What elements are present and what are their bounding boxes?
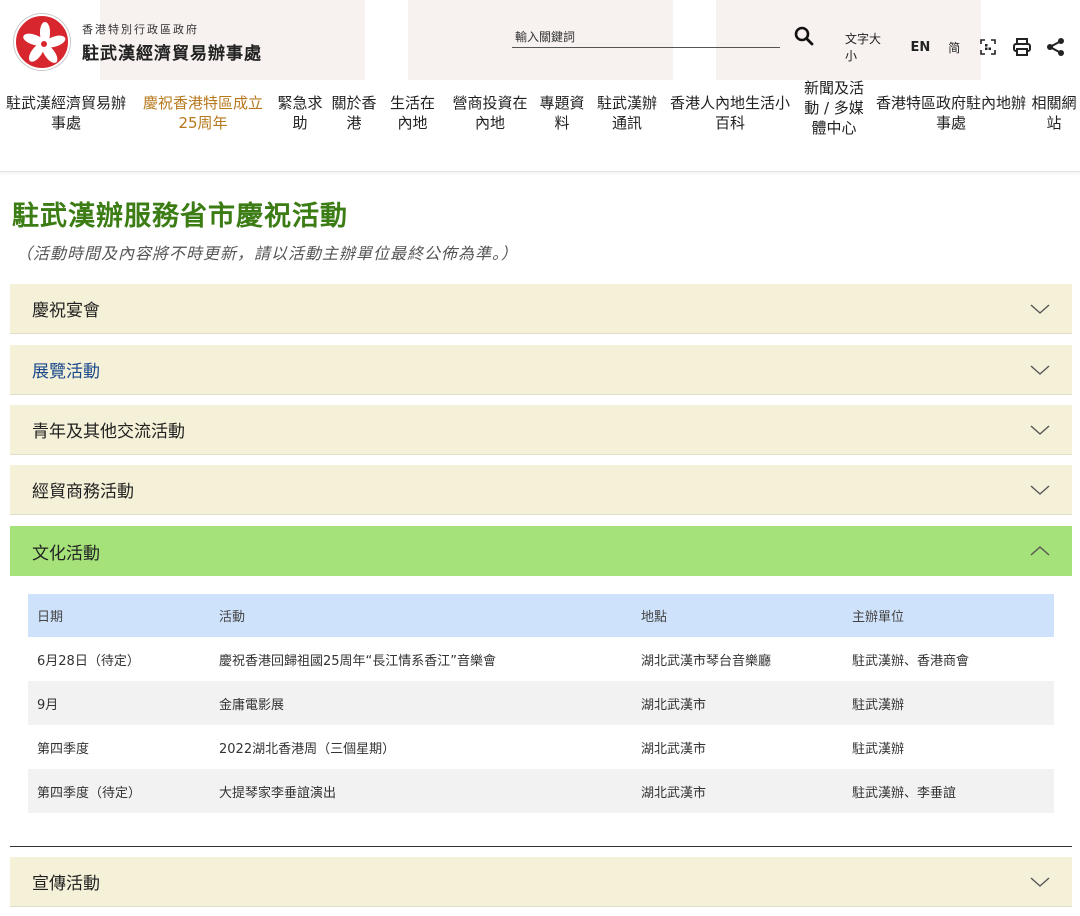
lang-sc-button[interactable]: 简 <box>948 39 960 56</box>
nav-item-living-guide[interactable]: 香港人內地生活小百科 <box>670 93 790 133</box>
cell-event: 金庸電影展 <box>210 681 632 725</box>
nav-item-living-mainland[interactable]: 生活在內地 <box>385 93 440 133</box>
accordion-label: 展覽活動 <box>32 362 100 382</box>
table-header-row: 日期 活動 地點 主辦單位 <box>28 594 1054 637</box>
org-name-line2: 駐武漢經濟貿易辦事處 <box>82 43 262 64</box>
cell-organizer: 駐武漢辦、李垂誼 <box>843 769 1054 813</box>
cell-venue: 湖北武漢市琴台音樂廳 <box>641 653 772 669</box>
cell-venue: 湖北武漢市 <box>641 741 707 757</box>
cell-venue: 湖北武漢市 <box>632 681 843 725</box>
print-icon[interactable] <box>1012 37 1032 57</box>
search-input[interactable] <box>512 30 780 44</box>
accordion-label: 文化活動 <box>32 543 100 564</box>
accordion-label: 慶祝宴會 <box>32 301 100 321</box>
site-logo[interactable]: 香港特別行政區政府 駐武漢經濟貿易辦事處 <box>14 14 262 70</box>
cell-date: 9月 <box>28 681 210 725</box>
chevron-down-icon <box>1030 424 1050 435</box>
font-size-button[interactable]: 文字大小 <box>845 30 892 64</box>
column-header-date: 日期 <box>28 594 210 637</box>
nav-item-newsletter[interactable]: 駐武漢辦通訊 <box>592 93 662 133</box>
table-row: 9月 金庸電影展 湖北武漢市 駐武漢辦 <box>28 681 1054 725</box>
table-row: 6月28日（待定） 慶祝香港回歸祖國25周年“長江情系香江”音樂會 湖北武漢市琴… <box>28 637 1054 681</box>
cell-date: 6月28日（待定） <box>37 653 140 669</box>
page-title: 駐武漢辦服務省市慶祝活動 <box>12 201 348 232</box>
cell-event: 2022湖北香港周（三個星期） <box>219 741 396 757</box>
cell-event: 大提琴家李垂誼演出 <box>210 769 632 813</box>
toolbar: 文字大小 EN 简 <box>845 30 1080 64</box>
accordion-label: 青年及其他交流活動 <box>32 422 185 442</box>
nav-item-business-mainland[interactable]: 營商投資在內地 <box>446 93 534 133</box>
accordion-label: 宣傳活動 <box>32 874 100 894</box>
chevron-down-icon <box>1030 303 1050 314</box>
nav-item-mainland-offices[interactable]: 香港特區政府駐內地辦事處 <box>875 93 1027 133</box>
cell-date: 第四季度 <box>37 741 90 757</box>
page-note: （活動時間及內容將不時更新，請以活動主辦單位最終公佈為準。） <box>16 244 519 263</box>
accordion-label: 經貿商務活動 <box>32 482 134 502</box>
search-button[interactable] <box>794 26 814 48</box>
accordion-exhibitions[interactable]: 展覽活動 <box>10 345 1072 395</box>
table-row: 第四季度（待定） 大提琴家李垂誼演出 湖北武漢市 駐武漢辦、李垂誼 <box>28 769 1054 813</box>
cell-organizer: 駐武漢辦 <box>852 741 905 757</box>
site-header: 香港特別行政區政府 駐武漢經濟貿易辦事處 文字大小 EN 简 <box>0 0 1080 172</box>
events-table: 日期 活動 地點 主辦單位 6月28日（待定） 慶祝香港回歸祖國25周年“長江情… <box>28 594 1054 813</box>
column-header-venue: 地點 <box>632 594 843 637</box>
accordion-promotion[interactable]: 宣傳活動 <box>10 857 1072 907</box>
nav-item-related-sites[interactable]: 相關網站 <box>1028 93 1080 133</box>
accordion-business[interactable]: 經貿商務活動 <box>10 465 1072 515</box>
column-header-organizer: 主辦單位 <box>843 594 1054 637</box>
org-name-line1: 香港特別行政區政府 <box>82 22 199 36</box>
chevron-down-icon <box>1030 876 1050 887</box>
chevron-up-icon <box>1030 546 1050 556</box>
nav-item-special-topics[interactable]: 專題資料 <box>535 93 589 133</box>
search-box <box>512 26 780 48</box>
table-row: 第四季度 2022湖北香港周（三個星期） 湖北武漢市 駐武漢辦 <box>28 725 1054 769</box>
cell-venue: 湖北武漢市 <box>632 769 843 813</box>
nav-item-emergency[interactable]: 緊急求助 <box>275 93 325 133</box>
accordion-panel-cultural: 日期 活動 地點 主辦單位 6月28日（待定） 慶祝香港回歸祖國25周年“長江情… <box>10 576 1072 847</box>
accordion-banquet[interactable]: 慶祝宴會 <box>10 284 1072 334</box>
cell-organizer: 駐武漢辦 <box>843 681 1054 725</box>
main-nav: 駐武漢經濟貿易辦事處 慶祝香港特區成立25周年 緊急求助 關於香港 生活在內地 … <box>0 78 1080 170</box>
hksar-emblem-icon <box>14 14 70 70</box>
cell-organizer: 駐武漢辦、香港商會 <box>852 653 970 669</box>
nav-item-wuhan-office[interactable]: 駐武漢經濟貿易辦事處 <box>6 93 126 133</box>
accordion-youth-exchange[interactable]: 青年及其他交流活動 <box>10 405 1072 455</box>
search-icon <box>794 26 814 46</box>
lang-en-button[interactable]: EN <box>910 40 930 55</box>
column-header-event: 活動 <box>210 594 632 637</box>
chevron-down-icon <box>1030 484 1050 495</box>
chevron-down-icon <box>1030 364 1050 375</box>
nav-item-news-media[interactable]: 新聞及活動 / 多媒體中心 <box>798 78 870 138</box>
cell-event: 慶祝香港回歸祖國25周年“長江情系香江”音樂會 <box>219 653 497 669</box>
nav-item-about-hk[interactable]: 關於香港 <box>328 93 380 133</box>
share-icon[interactable] <box>1046 37 1066 57</box>
qr-code-icon[interactable] <box>978 37 998 57</box>
accordion-cultural[interactable]: 文化活動 <box>10 526 1072 576</box>
nav-item-25th-anniversary[interactable]: 慶祝香港特區成立25周年 <box>135 93 271 133</box>
cell-date: 第四季度（待定） <box>28 769 210 813</box>
